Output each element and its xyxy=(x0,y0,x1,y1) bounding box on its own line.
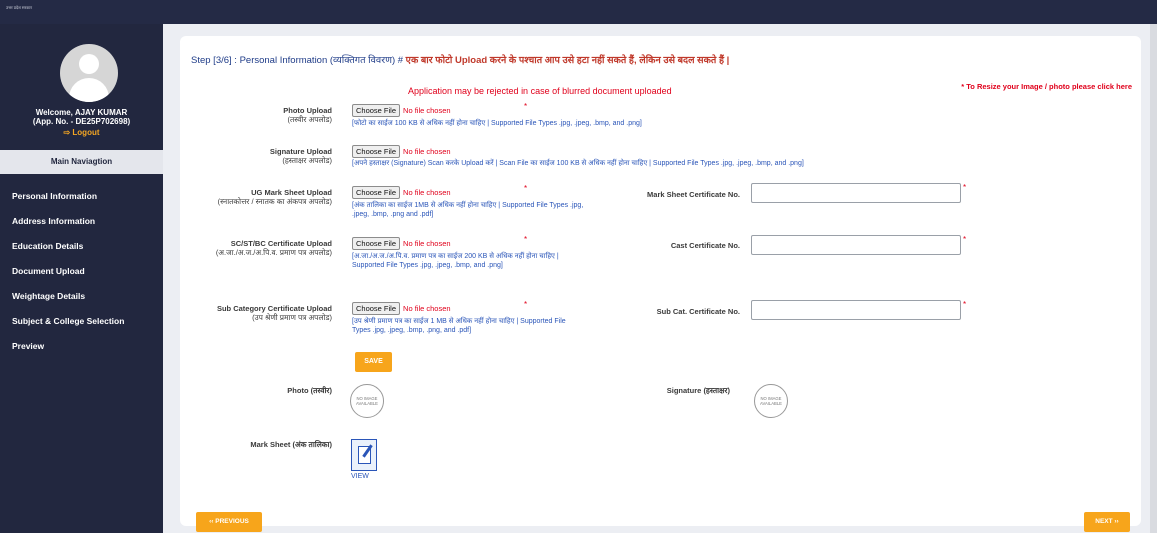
marksheet-choose-file-button[interactable]: Choose File xyxy=(352,186,401,199)
photo-required-mark: * xyxy=(524,102,528,111)
marksheet-file-input[interactable]: Choose File No file chosen xyxy=(352,186,451,199)
preview-photo-label: Photo (तस्वीर) xyxy=(287,386,332,395)
subcat-no-file-text: No file chosen xyxy=(403,304,451,313)
sidebar-item-address-information[interactable]: Address Information xyxy=(0,209,163,234)
subcat-upload-label-hi: (उप श्रेणी प्रमाण पत्र अपलोड) xyxy=(252,313,332,322)
subcat-cert-required-mark: * xyxy=(963,300,967,309)
sidebar-item-weightage-details[interactable]: Weightage Details xyxy=(0,284,163,309)
marksheet-upload-label-en: UG Mark Sheet Upload xyxy=(251,188,332,197)
caste-required-mark: * xyxy=(524,235,528,244)
available-text: AVAILABLE xyxy=(760,401,782,406)
photo-upload-label-en: Photo Upload xyxy=(283,106,332,115)
avatar-body xyxy=(69,78,109,102)
caste-upload-label-hi: (अ.जा./अ.ज./अ.पि.व. प्रमाण पत्र अपलोड) xyxy=(215,248,332,257)
subcat-cert-label: Sub Cat. Certificate No. xyxy=(656,307,740,316)
photo-hint: [फोटो का साईज 100 KB से अधिक नहीं होना च… xyxy=(352,120,642,127)
welcome-name: Welcome, AJAY KUMAR xyxy=(35,108,128,117)
signature-preview-placeholder: NO IMAGE AVAILABLE xyxy=(754,384,788,418)
marksheet-cert-required-mark: * xyxy=(963,183,967,192)
blur-warning: Application may be rejected in case of b… xyxy=(408,86,672,96)
caste-upload-label: SC/ST/BC Certificate Upload (अ.जा./अ.ज./… xyxy=(180,239,332,257)
marksheet-required-mark: * xyxy=(524,184,528,193)
caste-cert-required-mark: * xyxy=(963,235,967,244)
marksheet-no-file-text: No file chosen xyxy=(403,188,451,197)
main-navigation-heading: Main Naviagtion xyxy=(0,150,163,174)
caste-upload-label-en: SC/ST/BC Certificate Upload xyxy=(230,239,332,248)
available-text: AVAILABLE xyxy=(356,401,378,406)
sidebar-item-personal-information[interactable]: Personal Information xyxy=(0,184,163,209)
subcat-file-input[interactable]: Choose File No file chosen xyxy=(352,302,451,315)
sidebar-item-subject-college-selection[interactable]: Subject & College Selection xyxy=(0,309,163,334)
subcat-upload-label: Sub Category Certificate Upload (उप श्रे… xyxy=(180,304,332,322)
sidebar: Welcome, AJAY KUMAR (App. No. - DE25P702… xyxy=(0,24,163,533)
step-title: Step [3/6] : Personal Information (व्यक्… xyxy=(191,55,404,66)
photo-preview-placeholder: NO IMAGE AVAILABLE xyxy=(350,384,384,418)
document-icon[interactable] xyxy=(351,439,377,471)
marksheet-upload-label-hi: (स्नातकोत्तर / स्नातक का अंकपत्र अपलोड) xyxy=(217,197,332,206)
header-logo: उत्तर प्रदेश सरकार xyxy=(6,5,33,10)
caste-choose-file-button[interactable]: Choose File xyxy=(352,237,401,250)
avatar-head xyxy=(79,54,99,74)
photo-file-input[interactable]: Choose File No file chosen xyxy=(352,104,451,117)
application-number: (App. No. - DE25P702698) xyxy=(32,117,131,126)
caste-no-file-text: No file chosen xyxy=(403,239,451,248)
caste-hint: [अ.जा./अ.ज./अ.पि.व. प्रमाण पत्र का साईज … xyxy=(352,253,559,269)
signature-upload-label-en: Signature Upload xyxy=(269,147,332,156)
avatar xyxy=(60,44,118,102)
marksheet-cert-input[interactable] xyxy=(751,183,961,203)
view-marksheet-link[interactable]: VIEW xyxy=(351,473,369,480)
caste-cert-input[interactable] xyxy=(751,235,961,255)
signature-hint: [अपने हस्ताक्षर (Signature) Scan करके Up… xyxy=(352,160,804,167)
save-button[interactable]: SAVE xyxy=(355,352,392,372)
step-heading: Step [3/6] : Personal Information (व्यक्… xyxy=(191,53,729,66)
marksheet-upload-label: UG Mark Sheet Upload (स्नातकोत्तर / स्ना… xyxy=(180,188,332,206)
signature-choose-file-button[interactable]: Choose File xyxy=(352,145,401,158)
sidebar-item-preview[interactable]: Preview xyxy=(0,334,163,359)
photo-no-file-text: No file chosen xyxy=(403,106,451,115)
caste-file-input[interactable]: Choose File No file chosen xyxy=(352,237,451,250)
subcat-upload-label-en: Sub Category Certificate Upload xyxy=(216,304,332,313)
previous-button[interactable]: ‹‹ PREVIOUS xyxy=(196,512,262,532)
step-note: एक बार फोटो Upload करने के पश्चात आप उसे… xyxy=(403,55,730,66)
sidebar-nav: Personal Information Address Information… xyxy=(0,184,163,359)
preview-signature-label: Signature (हस्ताक्षर) xyxy=(666,386,730,395)
photo-upload-label: Photo Upload (तस्वीर अपलोड) xyxy=(180,106,332,124)
subcat-cert-input[interactable] xyxy=(751,300,961,320)
resize-image-link[interactable]: * To Resize your Image / photo please cl… xyxy=(961,82,1132,91)
signature-no-file-text: No file chosen xyxy=(403,147,451,156)
marksheet-hint: [अंक तालिका का साईज 1MB से अधिक नहीं होन… xyxy=(352,202,584,218)
caste-cert-label: Cast Certificate No. xyxy=(670,241,740,250)
sidebar-item-education-details[interactable]: Education Details xyxy=(0,234,163,259)
signature-upload-label-hi: (हस्ताक्षर अपलोड) xyxy=(282,156,332,165)
signature-file-input[interactable]: Choose File No file chosen xyxy=(352,145,451,158)
welcome-text: Welcome, AJAY KUMAR (App. No. - DE25P702… xyxy=(0,108,163,126)
preview-marksheet-label: Mark Sheet (अंक तालिका) xyxy=(250,440,332,449)
sidebar-item-document-upload[interactable]: Document Upload xyxy=(0,259,163,284)
subcat-hint: [उप श्रेणी प्रमाण पत्र का साईज 1 MB से अ… xyxy=(352,318,566,334)
scrollbar[interactable] xyxy=(1150,24,1157,533)
document-upload-card: Step [3/6] : Personal Information (व्यक्… xyxy=(180,36,1141,532)
photo-upload-label-hi: (तस्वीर अपलोड) xyxy=(287,115,332,124)
subcat-required-mark: * xyxy=(524,300,528,309)
next-button[interactable]: NEXT ›› xyxy=(1084,512,1130,532)
signature-upload-label: Signature Upload (हस्ताक्षर अपलोड) xyxy=(180,147,332,165)
logout-link[interactable]: ⇨ Logout xyxy=(0,128,163,137)
marksheet-cert-label: Mark Sheet Certificate No. xyxy=(647,190,740,199)
photo-choose-file-button[interactable]: Choose File xyxy=(352,104,401,117)
top-bar: उत्तर प्रदेश सरकार xyxy=(0,0,1157,24)
subcat-choose-file-button[interactable]: Choose File xyxy=(352,302,401,315)
